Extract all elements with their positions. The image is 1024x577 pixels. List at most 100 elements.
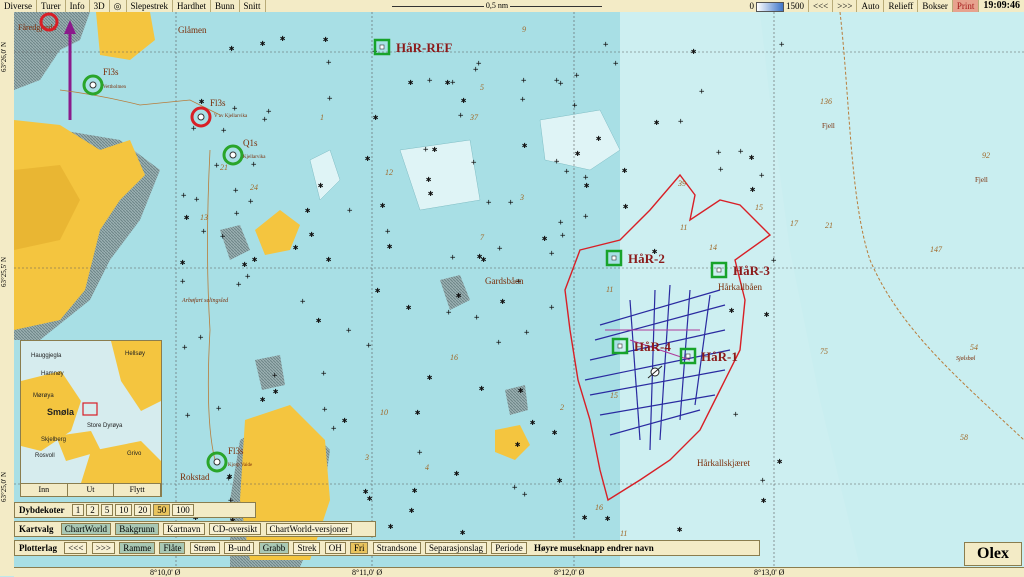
plotterlag-oh[interactable]: OH [324,542,346,554]
place-harkallbaen: Hårkallbåen [718,282,762,292]
rock-symbol: ✱ [582,513,588,523]
plotterlag-fri[interactable]: Fri [349,542,369,554]
rock-symbol: + [233,186,239,196]
rock-symbol: + [327,94,333,104]
plotterlag-flate[interactable]: Flåte [159,542,186,554]
dybdekote-50-button[interactable]: 50 [153,504,171,516]
depth-sounding: 16 [450,353,458,362]
inset-move-button[interactable]: Flytt [114,484,162,496]
rock-symbol: ✱ [229,44,235,54]
rock-symbol: + [366,341,372,351]
menu-diverse[interactable]: Diverse [0,0,37,12]
plotterlag-separasjonslag[interactable]: Separasjonslag [424,542,487,554]
rock-symbol: + [718,165,724,175]
kartvalg-title: Kartvalg [19,524,54,534]
rock-symbol: ✱ [479,384,485,394]
depth-sounding: 24 [250,183,258,192]
rock-symbol: ✱ [242,260,248,270]
rock-symbol: ✱ [456,291,462,301]
inset-place: Smøla [47,407,75,417]
menu-bunn[interactable]: Bunn [211,0,240,12]
depth-sounding: 16 [595,503,603,512]
place-rokstad: Rokstad [180,472,210,482]
kartvalg-cd-oversikt[interactable]: CD-oversikt [208,523,262,535]
relieff-button[interactable]: Relieff [884,0,919,12]
dybdekote-2-button[interactable]: 2 [86,504,99,516]
rock-symbol: + [558,79,564,89]
rock-symbol: ✱ [522,141,528,151]
rock-symbol: + [450,253,456,263]
rock-symbol: + [613,59,619,69]
rock-symbol: + [779,40,785,50]
inset-zoom-in-button[interactable]: Inn [21,484,68,496]
rock-symbol: + [473,65,479,75]
dybdekote-5-button[interactable]: 5 [100,504,114,516]
station-label: HåR-REF [396,40,452,55]
rock-symbol: ✱ [180,258,186,268]
menu-slepestrek[interactable]: Slepestrek [127,0,174,12]
depth-scale-min: 0 [749,1,755,11]
depth-sounding: 11 [680,223,687,232]
nav-back-button[interactable]: <<< [809,0,834,12]
kartvalg-chartworld-versjoner[interactable]: ChartWorld-versjoner [265,523,353,535]
rock-symbol: + [346,326,352,336]
rock-symbol: + [458,111,464,121]
compass-icon[interactable]: ◎ [110,0,127,12]
menu-turer[interactable]: Turer [37,0,66,12]
rock-symbol: + [214,161,220,171]
menu-hardhet[interactable]: Hardhet [173,0,212,12]
depth-scale: 0 1500 [746,0,810,12]
plotterlag-prev[interactable]: <<< [64,542,88,554]
dybdekote-1-button[interactable]: 1 [71,504,85,516]
rock-symbol: + [182,343,188,353]
light-label: Q1s [243,138,258,148]
rock-symbol: + [198,333,204,343]
plotterlag-next[interactable]: >>> [91,542,115,554]
light-label: Fl3s [228,446,244,456]
kartvalg-chartworld[interactable]: ChartWorld [60,523,112,535]
dybdekote-10-button[interactable]: 10 [115,504,133,516]
rock-symbol: ✱ [777,457,783,467]
plotterlag-strom[interactable]: Strøm [189,542,220,554]
rock-symbol: + [423,145,429,155]
inset-place: Store Dyrøya [87,423,123,429]
chart-svg[interactable]: 9 5 3 2 1 7 13 24 15 11 16 12 3 4 21 37 … [14,12,1024,567]
plotterlag-ramme[interactable]: Ramme [119,542,156,554]
rock-symbol: + [520,95,526,105]
rock-symbol: + [558,218,564,228]
rock-symbol: ✱ [375,286,381,296]
rock-symbol: + [220,232,226,242]
depth-sounding: 11 [620,529,627,538]
plotterlag-strek[interactable]: Strek [293,542,321,554]
rock-symbol: + [417,448,423,458]
inset-place: Hauggjegla [31,353,62,359]
rock-symbol: ✱ [557,476,563,486]
overview-inset-map[interactable]: Hauggjegla Hellsøy Hamnøy Mørøya Smøla S… [20,340,162,484]
menu-snitt[interactable]: Snitt [240,0,266,12]
rock-symbol: + [486,198,492,208]
dybdekoter-panel: Dybdekoter 1 2 5 10 20 50 100 [14,502,256,518]
chart-map[interactable]: 9 5 3 2 1 7 13 24 15 11 16 12 3 4 21 37 … [14,12,1024,567]
dybdekote-20-button[interactable]: 20 [134,504,152,516]
menu-info[interactable]: Info [66,0,90,12]
print-button[interactable]: Print [952,0,980,12]
rock-symbol: ✱ [426,175,432,185]
kartvalg-bakgrunn[interactable]: Bakgrunn [115,523,159,535]
auto-button[interactable]: Auto [857,0,885,12]
fairway-label: Arbøfart selingsled [181,297,229,304]
rock-symbol: ✱ [367,494,373,504]
inset-zoom-out-button[interactable]: Ut [68,484,115,496]
bokser-button[interactable]: Bokser [918,0,953,12]
rock-symbol: + [759,171,765,181]
dybdekote-100-button[interactable]: 100 [172,504,194,516]
kartvalg-kartnavn[interactable]: Kartnavn [163,523,205,535]
menu-3d[interactable]: 3D [90,0,110,12]
plotterlag-grabb[interactable]: Grabb [258,542,290,554]
rock-symbol: + [771,256,777,266]
plotterlag-periode[interactable]: Periode [491,542,527,554]
plotterlag-b-und[interactable]: B-und [223,542,255,554]
light-label: Fl3s [210,98,226,108]
plotterlag-strandsone[interactable]: Strandsone [372,542,421,554]
nav-forward-button[interactable]: >>> [833,0,858,12]
light-sub: Kjellarvika [243,155,266,160]
